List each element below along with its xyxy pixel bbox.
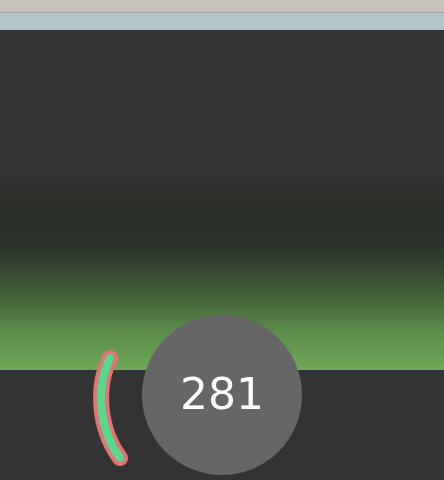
score-value: 281	[180, 369, 264, 420]
top-bar	[0, 12, 444, 30]
score-circle: 281	[142, 315, 302, 475]
top-strip	[0, 0, 444, 12]
level-gauge	[93, 350, 128, 466]
